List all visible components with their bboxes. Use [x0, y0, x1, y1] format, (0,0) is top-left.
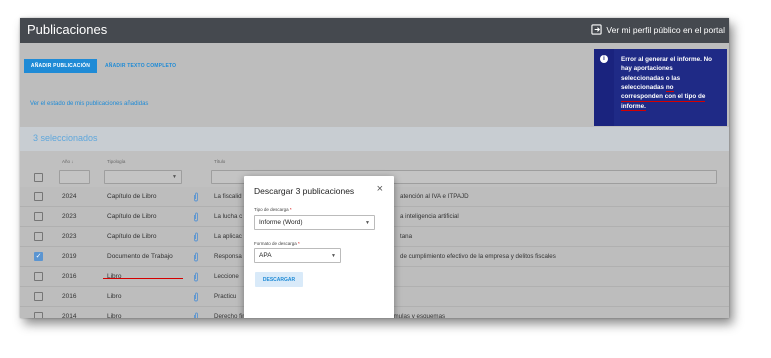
add-fulltext-button[interactable]: AÑADIR TEXTO COMPLETO	[105, 59, 176, 73]
row-title: Practicu	[214, 293, 237, 300]
row-year: 2016	[62, 293, 77, 300]
required-mark: *	[289, 207, 292, 212]
download-type-select[interactable]: Informe (Word) ▼	[254, 215, 375, 230]
chevron-down-icon: ▼	[331, 253, 336, 259]
sort-arrow-icon: ↓	[71, 159, 74, 164]
row-type: Capítulo de Libro	[107, 213, 157, 220]
download-type-label: Tipo de descarga *	[254, 207, 292, 212]
toast-text: informe.	[621, 103, 646, 112]
row-title-continued: a inteligencia artificial	[400, 213, 459, 220]
row-year: 2016	[62, 273, 77, 280]
page-title: Publicaciones	[27, 22, 108, 37]
toast-line: informe.	[621, 102, 721, 112]
info-icon: i	[600, 55, 608, 63]
row-type: Libro	[107, 293, 122, 300]
public-profile-label: Ver mi perfil público en el portal	[606, 24, 725, 35]
row-checkbox[interactable]	[34, 192, 43, 201]
publication-status-link[interactable]: Ver el estado de mis publicaciones añadi…	[30, 101, 148, 107]
row-title-continued: de cumplimiento efectivo de la empresa y…	[400, 253, 556, 260]
close-icon[interactable]: ×	[377, 183, 383, 195]
row-type: Libro	[107, 313, 122, 318]
download-type-value: Informe (Word)	[259, 219, 303, 226]
row-type: Documento de Trabajo	[107, 253, 173, 260]
row-type: Capítulo de Libro	[107, 233, 157, 240]
attachment-icon[interactable]	[193, 212, 199, 224]
row-title-continued: tana	[400, 233, 413, 240]
exit-to-app-icon	[591, 24, 603, 35]
row-checkbox[interactable]	[34, 272, 43, 281]
row-year: 2023	[62, 233, 77, 240]
row-year: 2024	[62, 193, 77, 200]
public-profile-link[interactable]: Ver mi perfil público en el portal	[591, 24, 725, 35]
format-value: APA	[259, 252, 272, 259]
row-checkbox[interactable]: ✓	[34, 252, 43, 261]
download-button[interactable]: DESCARGAR	[255, 272, 303, 287]
row-title: Responsa	[214, 253, 242, 260]
row-type: Capítulo de Libro	[107, 193, 157, 200]
annotation-underline	[103, 278, 183, 280]
toast-line: Error al generar el informe. No	[621, 56, 712, 63]
row-checkbox[interactable]	[34, 212, 43, 221]
error-toast: i Error al generar el informe. No hay ap…	[594, 49, 727, 126]
toast-line: seleccionadas o las	[621, 74, 681, 82]
row-checkbox[interactable]	[34, 232, 43, 241]
column-header-title[interactable]: Título	[214, 159, 225, 164]
attachment-icon[interactable]	[193, 252, 199, 264]
required-mark: *	[298, 241, 300, 246]
app-window: Publicaciones Ver mi perfil público en e…	[20, 18, 729, 318]
row-checkbox[interactable]	[34, 292, 43, 301]
row-year: 2023	[62, 213, 77, 220]
column-header-year[interactable]: Año ↓	[62, 159, 74, 164]
dialog-title: Descargar 3 publicaciones	[254, 186, 355, 196]
row-title: La lucha c	[214, 213, 243, 220]
attachment-icon[interactable]	[193, 192, 199, 204]
format-select[interactable]: APA ▼	[254, 248, 341, 263]
toast-message: Error al generar el informe. No hay apor…	[621, 55, 721, 112]
download-dialog: Descargar 3 publicaciones × Tipo de desc…	[244, 176, 394, 318]
toast-text: seleccionadas	[621, 83, 666, 91]
column-header-type[interactable]: Tipología	[107, 159, 125, 164]
attachment-icon[interactable]	[193, 272, 199, 284]
toast-line: seleccionadas no	[621, 83, 721, 92]
label-text: Formato de descarga	[254, 241, 297, 246]
type-filter-select[interactable]: ▼	[104, 170, 182, 184]
label-text: Tipo de descarga	[254, 207, 289, 212]
selection-count: 3 seleccionados	[33, 133, 98, 143]
row-year: 2019	[62, 253, 77, 260]
chevron-down-icon: ▼	[172, 174, 177, 180]
attachment-icon[interactable]	[193, 232, 199, 244]
attachment-icon[interactable]	[193, 292, 199, 304]
toast-line: corresponden con el tipo de	[621, 92, 706, 103]
top-bar: Publicaciones Ver mi perfil público en e…	[20, 18, 729, 43]
column-year-label: Año	[62, 159, 71, 164]
toast-icon-box: i	[594, 49, 614, 126]
attachment-icon[interactable]	[193, 312, 199, 318]
toast-line: hay aportaciones	[621, 65, 673, 73]
row-title-continued: atención al IVA e ITPAJD	[400, 193, 469, 200]
format-label: Formato de descarga *	[254, 241, 300, 246]
select-all-checkbox[interactable]	[34, 173, 43, 182]
row-title: La fiscalid	[214, 193, 242, 200]
row-checkbox[interactable]	[34, 312, 43, 318]
row-title: Leccione	[214, 273, 239, 280]
toast-emphasis: no	[665, 83, 674, 92]
row-title: La aplicac	[214, 233, 242, 240]
selection-bar: 3 seleccionados	[20, 127, 729, 151]
add-publication-button[interactable]: AÑADIR PUBLICACIÓN	[24, 59, 97, 73]
row-year: 2014	[62, 313, 77, 318]
chevron-down-icon: ▼	[365, 220, 370, 226]
year-filter-input[interactable]	[59, 170, 90, 184]
